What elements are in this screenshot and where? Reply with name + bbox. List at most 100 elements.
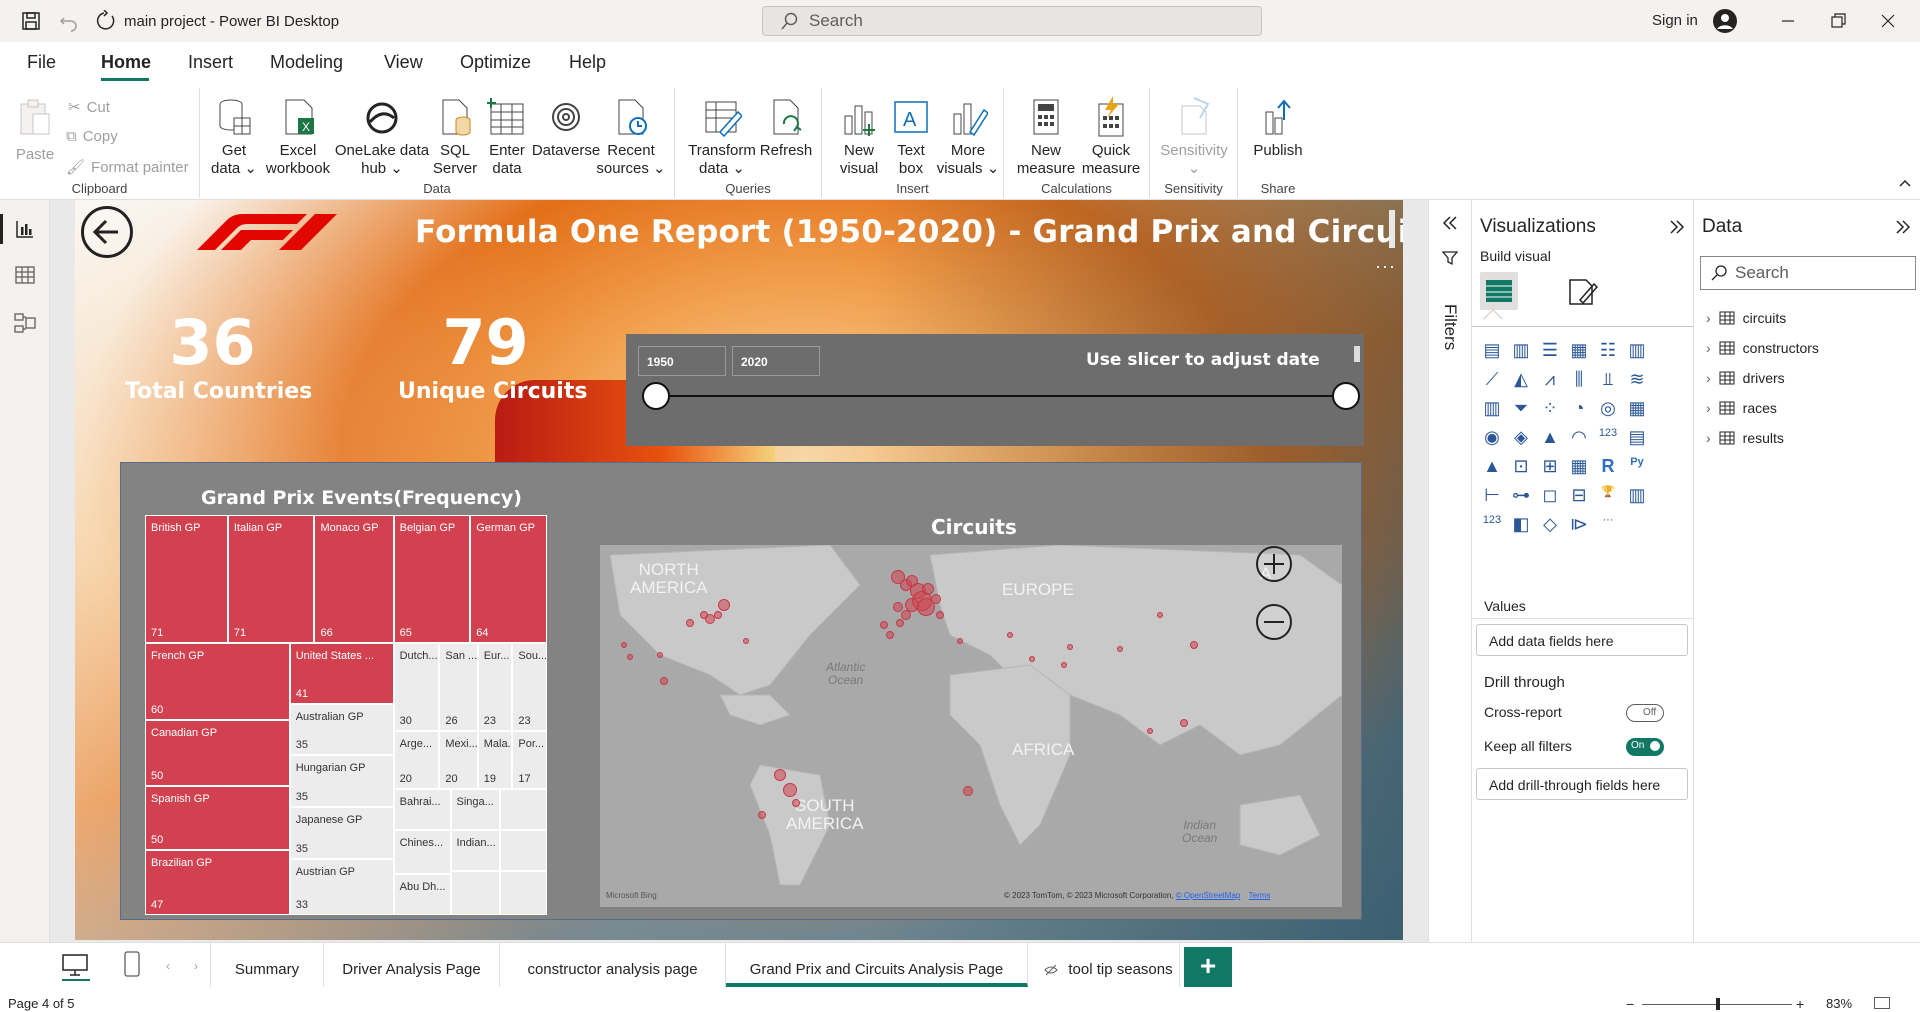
treemap-cell[interactable] bbox=[499, 789, 547, 831]
visual-type-icon[interactable]: ⩘ bbox=[1538, 369, 1562, 393]
circuit-point[interactable] bbox=[1067, 644, 1073, 650]
visual-type-icon[interactable]: ⫫ bbox=[1596, 369, 1620, 393]
dataverse-button[interactable]: Dataverse bbox=[528, 96, 604, 160]
report-view-icon[interactable] bbox=[14, 218, 36, 240]
data-table-item[interactable]: › results bbox=[1706, 430, 1784, 446]
treemap-cell[interactable]: Dutch... 30 bbox=[393, 643, 440, 732]
circuit-point[interactable] bbox=[1180, 719, 1188, 727]
treemap-cell[interactable]: Japanese GP 35 bbox=[289, 807, 394, 860]
keep-all-filters-toggle[interactable]: On bbox=[1626, 738, 1664, 756]
visual-type-icon[interactable]: ▦ bbox=[1567, 340, 1591, 364]
circuit-point[interactable] bbox=[743, 638, 749, 644]
minimize-icon[interactable] bbox=[1776, 10, 1800, 32]
tab-constructor-analysis[interactable]: constructor analysis page bbox=[500, 943, 726, 987]
visual-type-icon[interactable]: R bbox=[1596, 456, 1620, 480]
zoom-in-icon[interactable]: + bbox=[1796, 996, 1804, 1012]
visual-type-icon[interactable]: ⁘ bbox=[1538, 398, 1562, 422]
tab-grand-prix-circuits[interactable]: Grand Prix and Circuits Analysis Page bbox=[726, 943, 1028, 987]
undo-icon[interactable] bbox=[58, 10, 80, 32]
menu-file[interactable]: File bbox=[27, 52, 56, 73]
visual-type-icon[interactable]: ▲ bbox=[1480, 456, 1504, 480]
new-visual-button[interactable]: New visual bbox=[834, 96, 884, 178]
data-search-input[interactable]: Search bbox=[1700, 256, 1916, 290]
visual-type-icon[interactable]: ▥ bbox=[1625, 485, 1649, 509]
treemap-cell[interactable]: Eur... 23 bbox=[477, 643, 513, 732]
data-table-item[interactable]: › constructors bbox=[1706, 340, 1819, 356]
menu-optimize[interactable]: Optimize bbox=[460, 52, 531, 73]
excel-workbook-button[interactable]: X Excel workbook bbox=[262, 96, 334, 178]
treemap-cell[interactable]: Por... 17 bbox=[512, 731, 547, 790]
circuit-point[interactable] bbox=[783, 783, 797, 797]
circuits-map[interactable]: NORTH AMERICA EUROPE AFRICA SOUTH AMERICA … bbox=[600, 545, 1342, 907]
visual-type-icon[interactable]: ⊡ bbox=[1509, 456, 1533, 480]
sign-in-link[interactable]: Sign in bbox=[1652, 12, 1698, 29]
onelake-data-hub-button[interactable]: OneLake data hub ⌄ bbox=[334, 96, 430, 178]
visual-type-icon[interactable]: ◠ bbox=[1567, 427, 1591, 451]
treemap-cell[interactable] bbox=[450, 871, 500, 915]
slider-end-handle[interactable] bbox=[1332, 382, 1360, 410]
visual-type-icon[interactable]: ··· bbox=[1596, 514, 1620, 538]
circuit-point[interactable] bbox=[886, 631, 894, 639]
circuit-point[interactable] bbox=[657, 652, 663, 658]
slider-start-handle[interactable] bbox=[642, 382, 670, 410]
cut-button[interactable]: ✂ Cut bbox=[68, 98, 110, 117]
treemap-cell[interactable] bbox=[499, 830, 547, 872]
visual-type-icon[interactable]: ⊞ bbox=[1538, 456, 1562, 480]
treemap-cell[interactable]: Bahrai... bbox=[393, 789, 451, 831]
circuit-point[interactable] bbox=[774, 769, 786, 781]
visual-type-icon[interactable]: ◻ bbox=[1538, 485, 1562, 509]
circuit-point[interactable] bbox=[1029, 656, 1035, 662]
treemap-cell[interactable]: Sou... 23 bbox=[512, 643, 547, 732]
circuit-point[interactable] bbox=[896, 619, 904, 627]
add-page-button[interactable]: + bbox=[1184, 947, 1232, 987]
circuit-point[interactable] bbox=[936, 611, 944, 619]
new-measure-button[interactable]: New measure bbox=[1014, 96, 1078, 178]
circuit-point[interactable] bbox=[718, 599, 730, 611]
text-box-button[interactable]: A Text box bbox=[886, 96, 936, 178]
visual-type-icon[interactable]: ▤ bbox=[1480, 340, 1504, 364]
format-painter-button[interactable]: 🖌 Format painter bbox=[66, 158, 189, 177]
transform-data-button[interactable]: Transform data ⌄ bbox=[687, 96, 757, 178]
visual-type-icon[interactable]: 123 bbox=[1480, 514, 1504, 538]
treemap-cell[interactable]: German GP 64 bbox=[470, 515, 547, 644]
treemap-cell[interactable]: Australian GP 35 bbox=[289, 703, 394, 756]
account-icon[interactable] bbox=[1712, 8, 1738, 34]
restore-icon[interactable] bbox=[1826, 10, 1850, 32]
desktop-layout-icon[interactable] bbox=[62, 953, 90, 981]
visual-type-icon[interactable]: ◈ bbox=[1509, 427, 1533, 451]
visual-type-icon[interactable]: ☰ bbox=[1538, 340, 1562, 364]
visual-type-icon[interactable]: ⧐ bbox=[1567, 514, 1591, 538]
circuit-point[interactable] bbox=[957, 638, 963, 644]
filters-label[interactable]: Filters bbox=[1440, 304, 1460, 350]
circuit-point[interactable] bbox=[627, 654, 633, 660]
more-visuals-button[interactable]: More visuals ⌄ bbox=[936, 96, 1000, 178]
visual-type-icon[interactable]: ⏷ bbox=[1509, 398, 1533, 422]
quick-measure-button[interactable]: Quick measure bbox=[1078, 96, 1144, 178]
zoom-out-button[interactable] bbox=[1256, 604, 1292, 640]
treemap-cell[interactable]: Monaco GP 66 bbox=[314, 515, 394, 644]
tab-summary[interactable]: Summary bbox=[210, 943, 324, 987]
terms-link[interactable]: Terms bbox=[1249, 891, 1271, 900]
circuit-point[interactable] bbox=[621, 642, 627, 648]
menu-insert[interactable]: Insert bbox=[188, 52, 233, 73]
treemap-cell[interactable]: British GP 71 bbox=[145, 515, 228, 644]
visual-type-icon[interactable]: ⊢ bbox=[1480, 485, 1504, 509]
slicer-scrollbar[interactable] bbox=[1354, 346, 1360, 362]
start-date-input[interactable]: 1950 bbox=[638, 346, 726, 376]
tab-driver-analysis[interactable]: Driver Analysis Page bbox=[324, 943, 500, 987]
collapse-viz-icon[interactable] bbox=[1668, 218, 1686, 236]
table-view-icon[interactable] bbox=[14, 264, 36, 286]
copy-button[interactable]: ⧉ Copy bbox=[66, 128, 118, 145]
fit-to-page-icon[interactable] bbox=[1874, 997, 1890, 1009]
treemap-cell[interactable]: French GP 60 bbox=[145, 643, 290, 721]
visual-type-icon[interactable]: ◎ bbox=[1596, 398, 1620, 422]
treemap-cell[interactable]: Brazilian GP 47 bbox=[145, 849, 290, 915]
visual-type-icon[interactable]: ▥ bbox=[1480, 398, 1504, 422]
model-view-icon[interactable] bbox=[14, 312, 36, 334]
data-table-item[interactable]: › circuits bbox=[1706, 310, 1786, 326]
recent-sources-button[interactable]: Recent sources ⌄ bbox=[596, 96, 666, 178]
circuit-point[interactable] bbox=[922, 583, 934, 595]
more-options-icon[interactable]: ··· bbox=[1375, 256, 1396, 277]
visual-type-icon[interactable]: ⊶ bbox=[1509, 485, 1533, 509]
visual-type-icon[interactable]: ▤ bbox=[1625, 427, 1649, 451]
